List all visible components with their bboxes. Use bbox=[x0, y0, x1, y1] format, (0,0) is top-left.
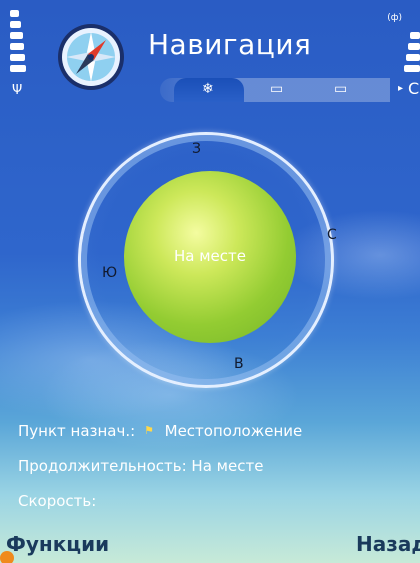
duration-label: Продолжительность: bbox=[18, 457, 187, 475]
tab-bar: ❄ ▭ ▭ bbox=[160, 78, 390, 102]
duration-value: На месте bbox=[191, 457, 264, 475]
tab-compass[interactable]: ❄ bbox=[174, 78, 244, 102]
compass-rose-icon: ❄ bbox=[202, 81, 214, 97]
direction-right: С bbox=[327, 227, 337, 243]
direction-top: З bbox=[192, 141, 201, 157]
tab-more-label[interactable]: С bbox=[408, 79, 419, 99]
signal-strength-icon bbox=[10, 10, 26, 80]
tab-map[interactable]: ▭ bbox=[248, 78, 308, 102]
speed-label: Скорость: bbox=[18, 492, 97, 510]
duration-row: Продолжительность: На месте bbox=[18, 456, 263, 476]
map-tab-icon: ▭ bbox=[270, 81, 284, 97]
direction-bottom: В bbox=[234, 356, 244, 372]
direction-left: Ю bbox=[102, 265, 118, 281]
destination-flag-icon: ⚑ bbox=[143, 424, 154, 437]
tab-scroll-arrow-icon[interactable]: ▸ bbox=[398, 84, 403, 94]
back-softkey[interactable]: Назад bbox=[356, 532, 420, 556]
monitor-tab-icon: ▭ bbox=[334, 81, 348, 97]
destination-value: Местоположение bbox=[164, 422, 303, 440]
corner-badge bbox=[0, 551, 14, 563]
functions-softkey[interactable]: Функции bbox=[6, 532, 109, 556]
compass-icon bbox=[56, 22, 126, 92]
network-indicator: (ф) bbox=[387, 13, 402, 23]
battery-level-icon bbox=[404, 10, 420, 80]
destination-label: Пункт назнач.: bbox=[18, 422, 136, 440]
destination-row: Пункт назнач.: ⚑ Местоположение bbox=[18, 421, 302, 441]
tab-monitor[interactable]: ▭ bbox=[312, 78, 372, 102]
antenna-icon: Ψ bbox=[12, 83, 23, 98]
navigation-screen: Ψ (ф) Навигация ❄ ▭ ▭ ▸ С На месте З С Ю… bbox=[0, 0, 420, 563]
compass-status: На месте bbox=[174, 247, 246, 265]
speed-row: Скорость: bbox=[18, 491, 96, 511]
page-title: Навигация bbox=[148, 28, 312, 61]
